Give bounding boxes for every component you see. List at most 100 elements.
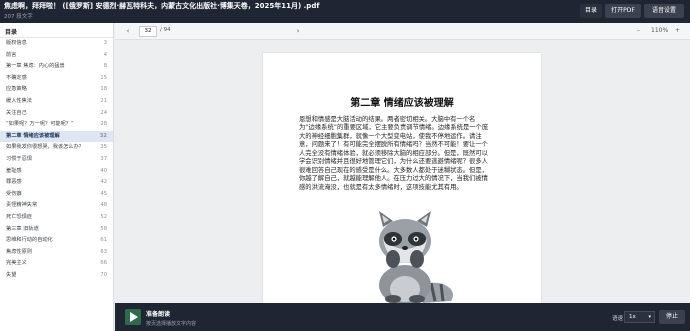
toc-item-page: 70 bbox=[100, 271, 107, 278]
speed-value: 1x bbox=[629, 314, 636, 320]
voice-settings-button[interactable]: 语音设置 bbox=[644, 4, 684, 18]
toc-item-label: 完美主义 bbox=[6, 260, 27, 267]
toc-item-page: 61 bbox=[100, 237, 107, 244]
toc-item[interactable]: 如果我发你很想哭，我该怎么办？ 35 bbox=[0, 142, 113, 154]
toc-item-page: 4 bbox=[103, 51, 107, 58]
document-title: 焦虑啊，拜拜啦！ ([俄罗斯] 安德烈·赫瓦特科夫，内蒙古文化出版社·博集天卷，… bbox=[4, 2, 320, 10]
toc-item-page: 35 bbox=[100, 144, 107, 151]
toc-item[interactable]: “如果呢？万一呢？可能呢？” 28 bbox=[0, 119, 113, 131]
toc-item-label: 习惯于忍惧 bbox=[6, 155, 32, 162]
raccoon-illustration bbox=[379, 211, 453, 303]
toc-item-page: 32 bbox=[99, 132, 107, 139]
toc-item-page: 3 bbox=[103, 40, 107, 46]
page-number-input[interactable]: 32 bbox=[139, 26, 157, 37]
page-toolbar: ‹ › 32 / 94 – 110% + bbox=[115, 23, 690, 40]
body-text-line: 很难回答自己现在的感受是什么。大多数人都处于迷糊状态。但是， bbox=[299, 166, 488, 174]
toc-item-label: 版权信息 bbox=[6, 40, 27, 46]
toc-item-page: 45 bbox=[100, 190, 107, 197]
app-header: 焦虑啊，拜拜啦！ ([俄罗斯] 安德烈·赫瓦特科夫，内蒙古文化出版社·博集天卷，… bbox=[0, 0, 690, 23]
toc-button[interactable]: 目录 bbox=[580, 4, 602, 18]
reader-bar: 准备朗读 按页选择播放文字内容 语速 1x ▾ 停止 bbox=[115, 303, 690, 331]
toc-item-label: 受伤癖 bbox=[6, 190, 22, 197]
toc-item-label: 思维和行动的自动化 bbox=[6, 237, 53, 244]
toc-item-page: 48 bbox=[100, 202, 107, 209]
toc-item[interactable]: 第二章 情绪应该被理解 32 bbox=[0, 130, 113, 143]
toc-item-label: 第一章 焦虑：内心的猛兽 bbox=[6, 63, 65, 70]
body-text-line: 你越了解自己，就越能理解他人。在压力过大的情况下，当我们被情 bbox=[299, 175, 488, 183]
toc-sidebar: 目录 版权信息 3 前言 4 第一章 焦虑：内心的猛兽 8 不确定感 15 应急策略 18 缓入性焦… bbox=[0, 23, 114, 331]
toc-item-page: 15 bbox=[100, 74, 107, 81]
toc-item[interactable]: 完美主义 66 bbox=[0, 258, 113, 270]
toc-item-label: 罪恶感 bbox=[6, 179, 22, 186]
toc-item-label: 关注自己 bbox=[6, 109, 27, 116]
toc-item[interactable]: 不确定感 15 bbox=[0, 73, 113, 85]
chevron-down-icon: ▾ bbox=[648, 314, 651, 320]
toc-item-page: 18 bbox=[100, 86, 107, 93]
toc-item[interactable]: 思维和行动的自动化 61 bbox=[0, 235, 113, 247]
toc-item-page: 21 bbox=[100, 97, 107, 104]
toc-item-label: 焦虑性原则 bbox=[6, 248, 32, 255]
toc-item-label: 责怪精神失常 bbox=[6, 202, 38, 209]
toc-item-page: 37 bbox=[100, 155, 107, 162]
play-icon bbox=[130, 312, 138, 322]
toc-item-page: 8 bbox=[103, 63, 107, 70]
open-pdf-button[interactable]: 打开PDF bbox=[605, 4, 641, 18]
toc-item-page: 52 bbox=[100, 213, 107, 220]
zoom-in-button[interactable]: + bbox=[675, 26, 680, 36]
body-text-line: 感的洪流淹没，也就是有太多情绪时，这项技能尤其有用。 bbox=[299, 183, 463, 191]
page-total: / 94 bbox=[160, 27, 171, 33]
body-text-line: 学会识别情绪并且很好地管理它们，为什么还要逃避情绪呢？很多人 bbox=[299, 158, 488, 166]
toc-item[interactable]: 关注自己 24 bbox=[0, 108, 113, 120]
toc-list: 版权信息 3 前言 4 第一章 焦虑：内心的猛兽 8 不确定感 15 应急策略 18 缓入性焦法 21… bbox=[0, 38, 113, 281]
reader-status-title: 准备朗读 bbox=[146, 311, 171, 318]
reader-status-subtitle: 按页选择播放文字内容 bbox=[146, 321, 197, 327]
toc-item-label: 应急策略 bbox=[6, 86, 27, 93]
next-page-icon[interactable]: › bbox=[293, 26, 303, 36]
toc-item-page: 24 bbox=[100, 109, 107, 116]
toc-item-label: 如果我发你很想哭，我该怎么办？ bbox=[6, 144, 84, 151]
toc-item-label: 羞耻感 bbox=[6, 167, 22, 174]
document-viewer[interactable]: 第二章 情绪应该被理解 恩想和情感是大脑活动的结果。两者密切相关。大脑中有一个名… bbox=[115, 41, 690, 303]
toc-item[interactable]: 羞耻感 40 bbox=[0, 166, 113, 178]
toc-item-label: “如果呢？万一呢？可能呢？” bbox=[6, 121, 74, 128]
pdf-page: 第二章 情绪应该被理解 恩想和情感是大脑活动的结果。两者密切相关。大脑中有一个名… bbox=[263, 53, 541, 303]
toc-item-page: 42 bbox=[100, 179, 107, 186]
toc-item-label: 缓入性焦法 bbox=[6, 97, 32, 104]
toc-item[interactable]: 罪恶感 42 bbox=[0, 177, 113, 189]
toc-heading: 目录 bbox=[0, 23, 113, 38]
toc-item-label: 第二章 情绪应该被理解 bbox=[6, 132, 60, 139]
toc-item[interactable]: 焦虑性原则 63 bbox=[0, 247, 113, 259]
toc-item[interactable]: 死亡恐惧症 52 bbox=[0, 212, 113, 224]
paragraph-count: 207 段文字 bbox=[4, 14, 33, 20]
toc-item[interactable]: 失望 70 bbox=[0, 270, 113, 282]
chapter-title: 第二章 情绪应该被理解 bbox=[350, 98, 454, 109]
toc-item-page: 63 bbox=[100, 248, 107, 255]
toc-item-label: 失望 bbox=[6, 271, 17, 278]
body-text-line: 为“边缘系统”的重要区域，它主要负责调节情绪。边缘系统是一个庞 bbox=[299, 124, 489, 132]
play-button[interactable] bbox=[125, 309, 141, 325]
toc-item-page: 66 bbox=[100, 260, 107, 267]
toc-item[interactable]: 第一章 焦虑：内心的猛兽 8 bbox=[0, 61, 113, 73]
page-body-text: 恩想和情感是大脑活动的结果。两者密切相关。大脑中有一个名 为“边缘系统”的重要区域… bbox=[299, 116, 507, 192]
toc-item-label: 不确定感 bbox=[6, 74, 27, 81]
toc-item[interactable]: 责怪精神失常 48 bbox=[0, 200, 113, 212]
toc-item[interactable]: 版权信息 3 bbox=[0, 38, 113, 50]
toc-item-label: 第三章 旧轨道 bbox=[6, 225, 39, 232]
prev-page-icon[interactable]: ‹ bbox=[123, 26, 133, 36]
toc-item[interactable]: 应急策略 18 bbox=[0, 84, 113, 96]
speed-select[interactable]: 1x ▾ bbox=[624, 311, 655, 323]
toc-item[interactable]: 受伤癖 45 bbox=[0, 189, 113, 201]
toc-item[interactable]: 缓入性焦法 21 bbox=[0, 96, 113, 108]
body-text-line: 人完全没有情绪体验，就必须移除大脑的相应部分。但是，既然可以 bbox=[299, 149, 488, 157]
zoom-level: 110% bbox=[651, 27, 669, 34]
speed-label: 语速 bbox=[612, 316, 624, 322]
body-text-line: 意，问题来了！有可能完全摆脱所有情绪吗？当然不可能！要让一个 bbox=[299, 141, 488, 149]
toc-item-label: 死亡恐惧症 bbox=[6, 213, 32, 220]
toc-item-page: 58 bbox=[100, 225, 107, 232]
toc-item[interactable]: 习惯于忍惧 37 bbox=[0, 154, 113, 166]
stop-button[interactable]: 停止 bbox=[659, 310, 685, 324]
toc-item-page: 40 bbox=[100, 167, 107, 174]
toc-item[interactable]: 前言 4 bbox=[0, 50, 113, 62]
toc-item[interactable]: 第三章 旧轨道 58 bbox=[0, 224, 113, 236]
zoom-out-button[interactable]: – bbox=[637, 26, 640, 36]
